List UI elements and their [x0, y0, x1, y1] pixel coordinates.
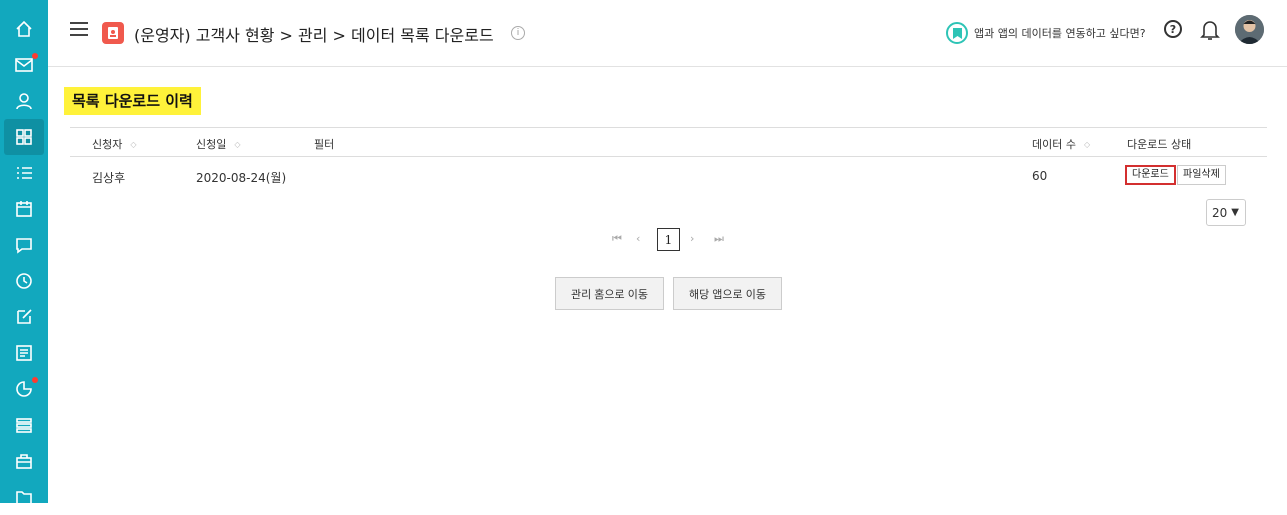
promo-text: 앱과 앱의 데이터를 연동하고 싶다면?: [974, 27, 1146, 40]
first-page-icon[interactable]: ⏮: [612, 232, 622, 246]
report-icon: [16, 345, 32, 361]
go-admin-home-button[interactable]: 관리 홈으로 이동: [555, 277, 664, 310]
grid-icon: [16, 129, 32, 145]
sidebar-item-mail[interactable]: [4, 47, 44, 83]
user-icon: [16, 93, 32, 110]
list-icon: [17, 167, 32, 179]
avatar[interactable]: [1235, 15, 1264, 44]
sidebar-item-stack[interactable]: [4, 407, 44, 443]
cell-data-count: 60: [1032, 169, 1048, 183]
download-button[interactable]: 다운로드: [1125, 165, 1176, 185]
sort-icon[interactable]: ◇: [130, 140, 136, 149]
sidebar-item-chat[interactable]: [4, 227, 44, 263]
home-icon: [16, 20, 32, 37]
section-title: 목록 다운로드 이력: [64, 87, 201, 115]
sidebar-item-clock[interactable]: [4, 263, 44, 299]
delete-file-button[interactable]: 파일삭제: [1177, 165, 1226, 185]
header-data-count[interactable]: 데이터 수 ◇: [1032, 136, 1090, 152]
table-row: 김상후 2020-08-24(월) 60 다운로드 파일삭제: [70, 157, 1267, 195]
notification-dot: [32, 53, 38, 59]
clock-icon: [16, 273, 32, 289]
edit-icon: [17, 309, 32, 324]
sidebar-item-calendar[interactable]: [4, 191, 44, 227]
header-applicant[interactable]: 신청자 ◇: [92, 136, 137, 152]
go-app-button[interactable]: 해당 앱으로 이동: [673, 277, 782, 310]
briefcase-icon: [16, 454, 32, 469]
top-header: (운영자) 고객사 현황 > 관리 > 데이터 목록 다운로드 i 앱과 앱의 …: [48, 0, 1287, 67]
chat-icon: [16, 238, 32, 254]
breadcrumb: (운영자) 고객사 현황 > 관리 > 데이터 목록 다운로드: [134, 26, 494, 45]
folder-icon: [16, 491, 32, 505]
sidebar-item-user[interactable]: [4, 83, 44, 119]
app-integration-link[interactable]: 앱과 앱의 데이터를 연동하고 싶다면?: [946, 22, 1146, 44]
page-number-current[interactable]: 1: [657, 228, 680, 251]
sidebar-item-chart[interactable]: [4, 371, 44, 407]
header-date[interactable]: 신청일 ◇: [196, 136, 241, 152]
stack-icon: [16, 418, 32, 433]
calendar-icon: [16, 201, 32, 217]
app-icon: [102, 22, 124, 44]
sidebar-item-home[interactable]: [4, 11, 44, 47]
sort-icon[interactable]: ◇: [1084, 140, 1090, 149]
sidebar-item-briefcase[interactable]: [4, 443, 44, 479]
prev-page-icon[interactable]: ‹: [636, 232, 640, 245]
cell-applicant: 김상후: [92, 171, 126, 185]
info-icon[interactable]: i: [511, 26, 525, 40]
menu-icon[interactable]: [70, 22, 88, 36]
sidebar-item-grid[interactable]: [4, 119, 44, 155]
header-filter: 필터: [314, 138, 335, 151]
help-icon[interactable]: ?: [1164, 20, 1182, 38]
chart-icon: [16, 381, 32, 397]
header-status: 다운로드 상태: [1127, 138, 1192, 151]
table-header: 신청자 ◇ 신청일 ◇ 필터 데이터 수 ◇ 다운로드 상태: [70, 127, 1267, 157]
bell-icon[interactable]: [1200, 19, 1220, 41]
sidebar-item-folder[interactable]: [4, 479, 44, 515]
sort-icon[interactable]: ◇: [234, 140, 240, 149]
mail-icon: [15, 58, 33, 72]
last-page-icon[interactable]: ⏭: [714, 232, 724, 246]
cell-date: 2020-08-24(월): [196, 171, 287, 185]
page-size-select[interactable]: 20 ▼: [1206, 199, 1246, 226]
sidebar-item-edit[interactable]: [4, 299, 44, 335]
chevron-down-icon: ▼: [1231, 207, 1239, 218]
download-history-table: 신청자 ◇ 신청일 ◇ 필터 데이터 수 ◇ 다운로드 상태 김상후 2020-…: [70, 127, 1267, 195]
sidebar: [0, 0, 48, 505]
next-page-icon[interactable]: ›: [690, 232, 694, 245]
sidebar-item-list[interactable]: [4, 155, 44, 191]
sidebar-item-report[interactable]: [4, 335, 44, 371]
bookmark-icon: [946, 22, 968, 44]
notification-dot: [32, 377, 38, 383]
